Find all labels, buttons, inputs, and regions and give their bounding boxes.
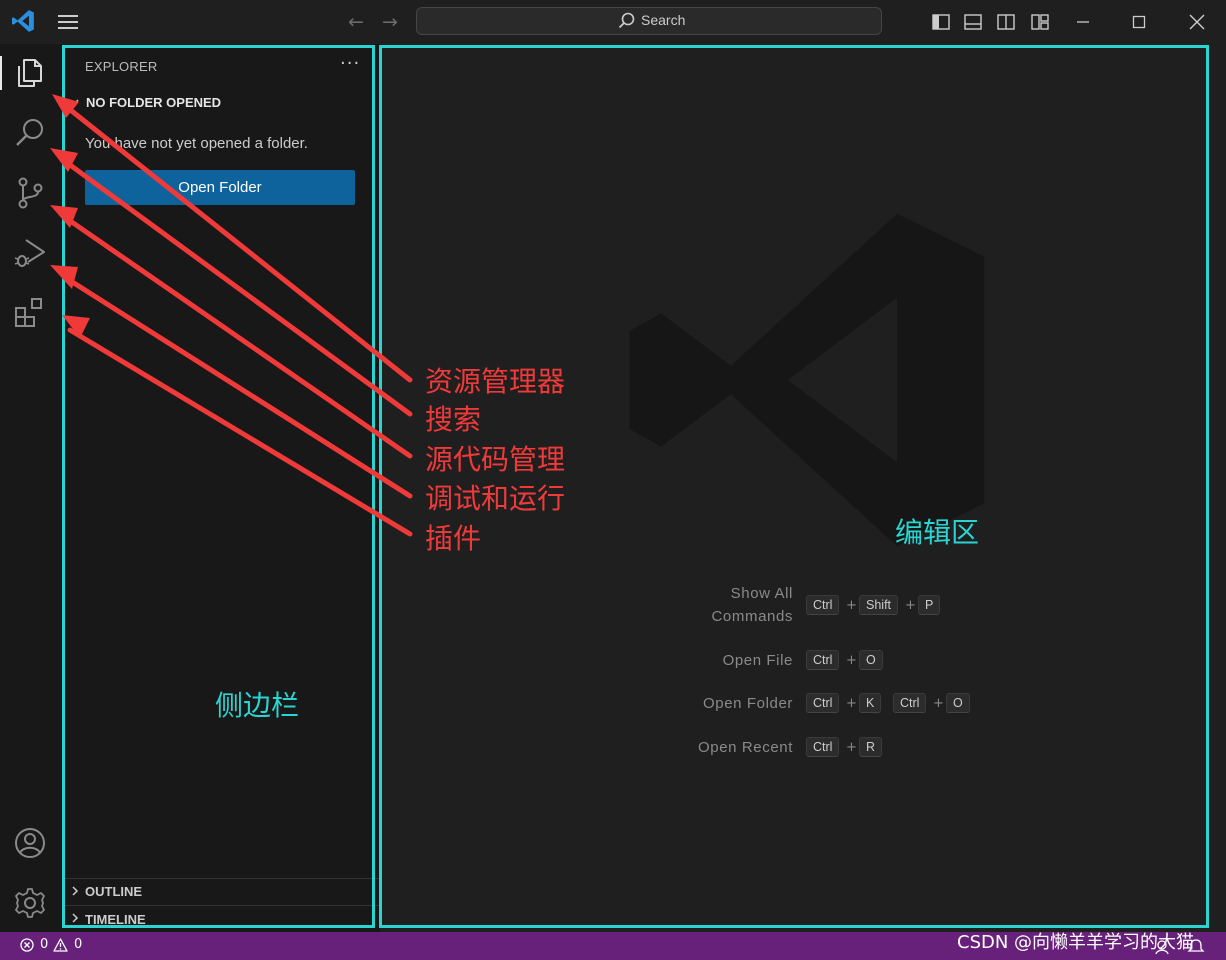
annotation-sidebar: 侧边栏 <box>215 689 300 722</box>
annotation-search: 搜索 <box>425 403 482 436</box>
maximize-icon[interactable] <box>1124 8 1154 36</box>
account-icon[interactable] <box>13 826 47 860</box>
back-arrow-icon[interactable]: ← <box>344 10 368 34</box>
error-icon[interactable] <box>20 938 34 952</box>
warning-icon[interactable] <box>53 938 68 952</box>
extensions-icon[interactable] <box>13 296 47 330</box>
minimize-icon[interactable] <box>1068 8 1098 36</box>
error-count[interactable]: 0 <box>40 937 48 952</box>
gear-icon[interactable] <box>13 886 47 920</box>
source-control-icon[interactable] <box>13 176 47 210</box>
forward-arrow-icon[interactable]: → <box>378 10 402 34</box>
search-icon <box>618 12 635 29</box>
close-icon[interactable] <box>1182 8 1212 36</box>
annotation-source-control: 源代码管理 <box>425 443 566 476</box>
sidebar-annotation-box <box>62 45 375 928</box>
annotation-extensions: 插件 <box>425 522 482 555</box>
menu-icon[interactable] <box>56 12 80 32</box>
toggle-sidebar-icon[interactable] <box>931 12 951 32</box>
annotation-editor: 编辑区 <box>895 516 980 549</box>
annotation-explorer: 资源管理器 <box>425 365 566 398</box>
search-placeholder: Search <box>641 12 686 28</box>
annotation-run-debug: 调试和运行 <box>425 482 566 515</box>
search-icon[interactable] <box>13 116 47 150</box>
active-indicator <box>0 56 2 90</box>
files-icon[interactable] <box>13 56 47 90</box>
warning-count[interactable]: 0 <box>74 937 82 952</box>
csdn-watermark: CSDN @向懒羊羊学习的大猫 <box>957 932 1195 953</box>
run-debug-icon[interactable] <box>13 236 47 270</box>
toggle-secondary-sidebar-icon[interactable] <box>996 12 1016 32</box>
vscode-logo-icon <box>11 10 34 32</box>
toggle-panel-icon[interactable] <box>963 12 983 32</box>
customize-layout-icon[interactable] <box>1030 12 1050 32</box>
